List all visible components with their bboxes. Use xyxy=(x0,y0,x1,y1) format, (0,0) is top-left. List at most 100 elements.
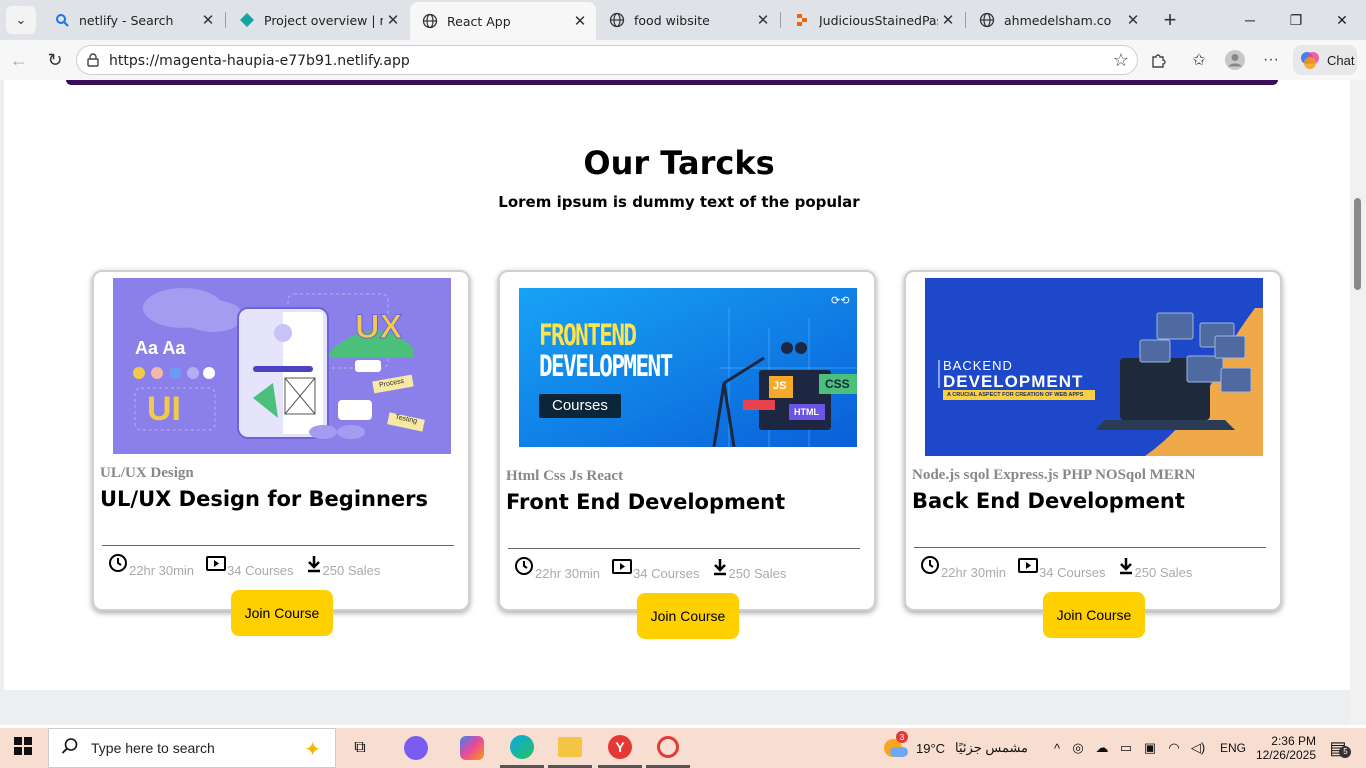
volume-icon[interactable]: ◁) xyxy=(1186,740,1210,756)
battery-icon[interactable]: ▭ xyxy=(1114,740,1138,756)
chevron-up-icon[interactable]: ^ xyxy=(1048,741,1066,756)
copilot-icon xyxy=(460,736,484,760)
minimize-icon: ─ xyxy=(1245,12,1255,28)
course-title: Back End Development xyxy=(912,489,1185,513)
globe-icon xyxy=(979,12,995,28)
join-course-button[interactable]: Join Course xyxy=(637,593,739,639)
replit-icon xyxy=(794,12,810,28)
more-options-icon[interactable]: ··· xyxy=(1258,48,1284,72)
tab-title: Project overview | magenta xyxy=(264,12,383,28)
courses-value: 34 Courses xyxy=(633,566,700,581)
scrollbar-thumb[interactable] xyxy=(1354,198,1361,290)
image-label-html: HTML xyxy=(794,407,819,417)
chevron-down-icon: ⌄ xyxy=(15,12,27,27)
copilot-chat-button[interactable]: Chat xyxy=(1293,45,1357,75)
download-icon xyxy=(712,558,729,581)
globe-icon xyxy=(422,13,438,29)
camera-icon[interactable]: ◎ xyxy=(1066,740,1090,756)
weather-alert-badge: 3 xyxy=(896,731,908,743)
favorite-star-icon[interactable]: ☆ xyxy=(1113,50,1129,71)
restore-button[interactable]: ❐ xyxy=(1276,6,1316,34)
image-tagline: A CRUCIAL ASPECT FOR CREATION OF WEB APP… xyxy=(947,392,1084,398)
join-course-button[interactable]: Join Course xyxy=(231,590,333,636)
globe-icon xyxy=(609,12,625,28)
notification-center-button[interactable]: ▤ 5 xyxy=(1322,728,1354,768)
tab-react-app[interactable]: React App ✕ xyxy=(410,2,596,40)
clock-date: 12/26/2025 xyxy=(1255,748,1316,762)
tab-actions-menu-button[interactable]: ⌄ xyxy=(6,6,36,34)
sales-value: 250 Sales xyxy=(728,566,787,581)
download-icon xyxy=(306,555,323,578)
tab-divider xyxy=(965,12,966,28)
system-tray: ^ ◎ ☁ ▭ ▣ ◠ ◁) ENG xyxy=(1048,728,1246,768)
svg-text:⟳⟲: ⟳⟲ xyxy=(831,294,849,307)
weather-widget[interactable]: 3 19°C مشمس جزئيًا xyxy=(882,728,1028,768)
image-label-js: JS xyxy=(773,380,787,392)
sales-value: 250 Sales xyxy=(322,563,381,578)
display-icon[interactable]: ▣ xyxy=(1138,740,1162,756)
weather-desc: مشمس جزئيًا xyxy=(955,740,1029,755)
course-stats: 22hr 30min 34 Courses 250 Sales xyxy=(920,555,1204,580)
new-tab-button[interactable]: + xyxy=(1157,7,1183,32)
clock[interactable]: 2:36 PM 12/26/2025 xyxy=(1256,728,1316,768)
language-indicator[interactable]: ENG xyxy=(1220,741,1246,755)
tab-food-website[interactable]: food wibsite ✕ xyxy=(597,4,779,36)
restore-icon: ❐ xyxy=(1289,11,1303,28)
taskbar-app[interactable] xyxy=(646,728,690,768)
course-image-uiux: Aa Aa UX UI Process Testing xyxy=(113,278,451,454)
taskbar-app-circle[interactable] xyxy=(396,728,436,768)
browser-tab-strip: ⌄ netlify - Search ✕ Project overview | … xyxy=(0,0,1366,40)
address-bar[interactable]: https://magenta-haupia-e77b91.netlify.ap… xyxy=(76,45,1138,75)
profile-avatar[interactable] xyxy=(1222,48,1248,72)
weather-icon: 3 xyxy=(882,731,908,761)
wifi-icon[interactable]: ◠ xyxy=(1162,740,1186,756)
taskbar-edge[interactable] xyxy=(500,728,544,768)
course-image-backend: BACKEND DEVELOPMENT A CRUCIAL ASPECT FOR… xyxy=(925,278,1263,456)
onedrive-icon[interactable]: ☁ xyxy=(1090,740,1114,756)
course-stats: 22hr 30min 34 Courses 250 Sales xyxy=(514,556,798,581)
close-icon[interactable]: ✕ xyxy=(753,10,773,30)
edge-icon xyxy=(510,734,534,759)
clock-time: 2:36 PM xyxy=(1271,734,1316,748)
back-button[interactable]: ← xyxy=(6,48,32,72)
refresh-button[interactable]: ↻ xyxy=(42,48,68,72)
image-badge-courses: Courses xyxy=(552,397,608,414)
windows-taskbar: Type here to search ✦ ⧉ Y 3 19°C مشمس جز… xyxy=(0,728,1366,768)
clock-icon xyxy=(108,553,129,578)
browser-toolbar: ← ↻ https://magenta-haupia-e77b91.netlif… xyxy=(0,40,1366,80)
close-icon[interactable]: ✕ xyxy=(938,10,958,30)
image-label-ui: UI xyxy=(147,390,181,428)
join-course-button[interactable]: Join Course xyxy=(1043,592,1145,638)
close-icon[interactable]: ✕ xyxy=(383,10,403,30)
extensions-icon[interactable] xyxy=(1146,48,1172,72)
favorites-icon[interactable]: ✩ xyxy=(1186,48,1212,72)
taskbar-file-explorer[interactable] xyxy=(548,728,592,768)
close-icon: ✕ xyxy=(1336,11,1348,28)
tab-replit[interactable]: JudiciousStainedPassword ✕ xyxy=(782,4,964,36)
close-icon[interactable]: ✕ xyxy=(1123,10,1143,30)
taskbar-yandex[interactable]: Y xyxy=(598,728,642,768)
tab-project-overview[interactable]: Project overview | magenta ✕ xyxy=(227,4,409,36)
url-text[interactable]: https://magenta-haupia-e77b91.netlify.ap… xyxy=(109,53,410,69)
course-card-backend: BACKEND DEVELOPMENT A CRUCIAL ASPECT FOR… xyxy=(904,270,1282,611)
close-window-button[interactable]: ✕ xyxy=(1322,6,1362,34)
image-label-development: DEVELOPMENT xyxy=(539,349,673,383)
vertical-scrollbar[interactable] xyxy=(1350,80,1366,725)
course-title: UL/UX Design for Beginners xyxy=(100,487,429,511)
close-icon[interactable]: ✕ xyxy=(570,11,590,31)
minimize-button[interactable]: ─ xyxy=(1230,6,1270,34)
taskbar-search-box[interactable]: Type here to search ✦ xyxy=(48,728,336,768)
arrow-left-icon: ← xyxy=(10,49,28,70)
course-card-frontend: ⟳⟲ FRONTEND DEVELOPMENT Courses JS CSS H… xyxy=(498,270,876,611)
tab-ahmedelsham[interactable]: ahmedelsham.co ✕ xyxy=(967,4,1149,36)
search-placeholder: Type here to search xyxy=(91,740,215,756)
task-view-button[interactable]: ⧉ xyxy=(342,728,378,768)
course-stats: 22hr 30min 34 Courses 250 Sales xyxy=(108,553,392,578)
taskbar-copilot[interactable] xyxy=(452,728,492,768)
start-button[interactable] xyxy=(0,728,46,768)
tab-title: food wibsite xyxy=(634,12,710,28)
image-label-css: CSS xyxy=(825,377,850,391)
stat-courses: 34 Courses xyxy=(1018,557,1106,580)
tab-netlify-search[interactable]: netlify - Search ✕ xyxy=(42,4,224,36)
close-icon[interactable]: ✕ xyxy=(198,10,218,30)
